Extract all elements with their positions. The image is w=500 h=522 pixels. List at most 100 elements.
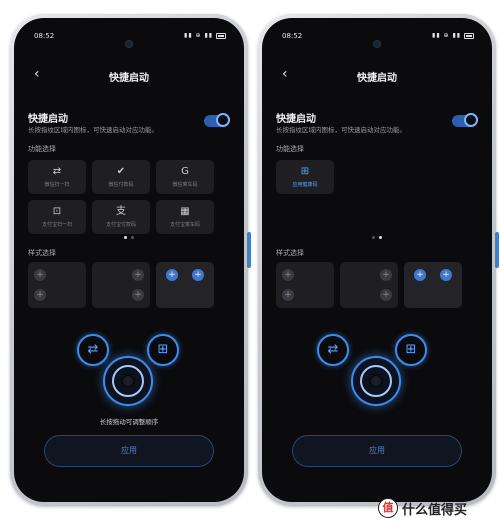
side-button [247, 232, 251, 268]
fingerprint-area[interactable] [351, 356, 401, 406]
battery-icon [216, 32, 226, 39]
shortcut-ring-scan[interactable]: ⇄ [317, 334, 349, 366]
apply-button[interactable]: 应用 [44, 435, 214, 467]
style-grid: + + + + + + [276, 262, 462, 308]
function-icon: ⊡ [52, 206, 62, 217]
shortcut-ring-qrcode[interactable]: ⊞ [147, 334, 179, 366]
function-label: 微信扫一扫 [44, 182, 70, 188]
page-dot[interactable] [131, 236, 134, 239]
function-select-label: 功能选择 [276, 145, 304, 153]
add-slot-icon[interactable]: + [282, 289, 294, 301]
phone-right: 08:52 ▮▮ ⊕ ▮▮ ‹ 快捷启动 快捷启动 长按指纹区域内图标，可快速启… [258, 14, 499, 506]
signal-icons: ▮▮ ⊕ ▮▮ [432, 32, 462, 39]
style-option-right[interactable]: + + [340, 262, 398, 308]
function-grid: ⇄ 微信扫一扫 ✔ 微信付款码 G 微信乘车码 ⊡ 支付宝扫一扫 支支付宝付款码 ▦ 支付… [28, 160, 214, 234]
add-slot-icon[interactable]: + [192, 269, 204, 281]
function-item[interactable]: ⊞ 应用健康码 [276, 160, 334, 194]
toggle-knob [464, 113, 478, 127]
function-label: 应用健康码 [292, 182, 318, 188]
watermark: 值 什么值得买 [378, 498, 490, 518]
function-label: 微信乘车码 [172, 182, 198, 188]
add-slot-icon[interactable]: + [380, 269, 392, 281]
function-icon: ⊞ [300, 166, 310, 177]
screen-right: 08:52 ▮▮ ⊕ ▮▮ ‹ 快捷启动 快捷启动 长按指纹区域内图标，可快速启… [262, 18, 492, 502]
add-slot-icon[interactable]: + [414, 269, 426, 281]
page-header: ‹ 快捷启动 [14, 66, 244, 86]
function-grid: ⊞ 应用健康码 [276, 160, 462, 194]
apply-button[interactable]: 应用 [292, 435, 462, 467]
shortcut-ring-scan[interactable]: ⇄ [77, 334, 109, 366]
phone-left: 08:52 ▮▮ ⊕ ▮▮ ‹ 快捷启动 快捷启动 长按指纹区域内图标，可快速启… [10, 14, 251, 506]
add-slot-icon[interactable]: + [166, 269, 178, 281]
function-item[interactable]: ▦ 支付宝乘车码 [156, 200, 214, 234]
style-option-left[interactable]: + + [276, 262, 334, 308]
status-icons: ▮▮ ⊕ ▮▮ [184, 32, 226, 39]
page-indicator [262, 236, 492, 239]
signal-icons: ▮▮ ⊕ ▮▮ [184, 32, 214, 39]
status-icons: ▮▮ ⊕ ▮▮ [432, 32, 474, 39]
page-dot[interactable] [372, 236, 375, 239]
style-option-right[interactable]: + + [92, 262, 150, 308]
function-item[interactable]: ⊡ 支付宝扫一扫 [28, 200, 86, 234]
style-grid: + + + + + + [28, 262, 214, 308]
quick-start-description: 长按指纹区域内图标，可快速启动对应功能。 [28, 126, 158, 134]
status-time: 08:52 [34, 32, 55, 40]
add-slot-icon[interactable]: + [282, 269, 294, 281]
battery-icon [464, 32, 474, 39]
page-title: 快捷启动 [357, 73, 397, 84]
function-item[interactable]: ✔ 微信付款码 [92, 160, 150, 194]
watermark-logo-icon: 值 [378, 498, 398, 518]
function-label: 支付宝乘车码 [169, 222, 200, 228]
function-item[interactable]: 支支付宝付款码 [92, 200, 150, 234]
add-slot-icon[interactable]: + [380, 289, 392, 301]
qrcode-icon: ⊞ [405, 342, 417, 357]
function-label: 支付宝扫一扫 [41, 222, 72, 228]
front-camera-icon [126, 41, 132, 47]
screen-left: 08:52 ▮▮ ⊕ ▮▮ ‹ 快捷启动 快捷启动 长按指纹区域内图标，可快速启… [14, 18, 244, 502]
function-label: 微信付款码 [108, 182, 134, 188]
page-header: ‹ 快捷启动 [262, 66, 492, 86]
add-slot-icon[interactable]: + [34, 289, 46, 301]
style-option-top[interactable]: + + [156, 262, 214, 308]
fingerprint-icon [369, 374, 383, 388]
function-icon: 支 [116, 206, 126, 217]
style-option-left[interactable]: + + [28, 262, 86, 308]
style-select-label: 样式选择 [276, 249, 304, 257]
drag-hint: 长按拖动可调整顺序 [99, 418, 159, 426]
quick-start-toggle[interactable] [452, 113, 478, 127]
add-slot-icon[interactable]: + [132, 269, 144, 281]
scan-icon: ⇄ [87, 342, 99, 357]
front-camera-icon [374, 41, 380, 47]
quick-start-title: 快捷启动 [28, 114, 68, 125]
fingerprint-icon [121, 374, 135, 388]
shortcut-ring-qrcode[interactable]: ⊞ [395, 334, 427, 366]
side-button [495, 232, 499, 268]
style-select-label: 样式选择 [28, 249, 56, 257]
watermark-text: 什么值得买 [402, 503, 468, 518]
status-time: 08:52 [282, 32, 303, 40]
function-icon: G [181, 166, 189, 177]
page-dot[interactable] [379, 236, 382, 239]
toggle-knob [216, 113, 230, 127]
function-item[interactable]: G 微信乘车码 [156, 160, 214, 194]
add-slot-icon[interactable]: + [440, 269, 452, 281]
function-select-label: 功能选择 [28, 145, 56, 153]
function-item[interactable]: ⇄ 微信扫一扫 [28, 160, 86, 194]
quick-start-title: 快捷启动 [276, 114, 316, 125]
style-option-top[interactable]: + + [404, 262, 462, 308]
page-title: 快捷启动 [109, 73, 149, 84]
function-icon: ✔ [116, 166, 126, 177]
add-slot-icon[interactable]: + [132, 289, 144, 301]
qrcode-icon: ⊞ [157, 342, 169, 357]
page-dot[interactable] [124, 236, 127, 239]
fingerprint-ring [360, 365, 392, 397]
add-slot-icon[interactable]: + [34, 269, 46, 281]
page-indicator [14, 236, 244, 239]
function-icon: ▦ [180, 206, 190, 217]
quick-start-toggle[interactable] [204, 113, 230, 127]
scan-icon: ⇄ [327, 342, 339, 357]
function-label: 支付宝付款码 [105, 222, 136, 228]
fingerprint-area[interactable] [103, 356, 153, 406]
quick-start-description: 长按指纹区域内图标，可快速启动对应功能。 [276, 126, 406, 134]
fingerprint-ring [112, 365, 144, 397]
